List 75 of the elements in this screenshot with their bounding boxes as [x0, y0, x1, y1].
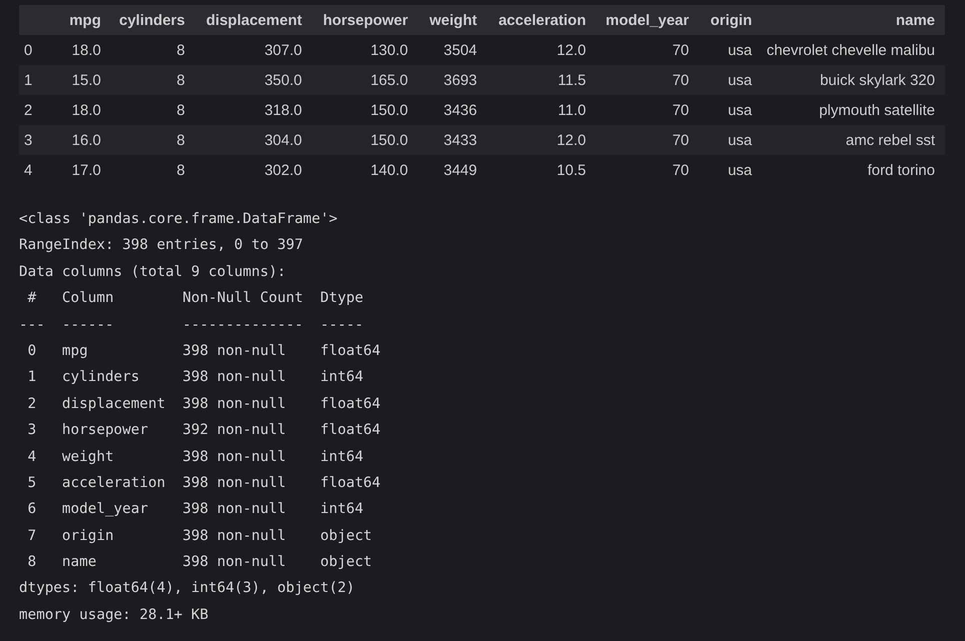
column-header: origin: [699, 5, 762, 35]
table-cell: 8: [111, 65, 195, 95]
table-cell: 140.0: [312, 155, 418, 185]
table-cell: 150.0: [312, 95, 418, 125]
column-header: model_year: [596, 5, 699, 35]
output-line: # Column Non-Null Count Dtype: [26, 289, 364, 308]
row-index: 0: [19, 35, 60, 65]
table-cell: 8: [111, 35, 195, 65]
table-cell: usa: [699, 65, 762, 95]
table-cell: 3449: [418, 155, 487, 185]
table-cell: 350.0: [195, 65, 312, 95]
table-cell: 70: [596, 155, 699, 185]
output-line: memory usage: 28.1+ KB: [19, 606, 208, 625]
output-line: 8 name 398 non-null object: [26, 553, 372, 572]
output-line: <class 'pandas.core.frame.DataFrame'>: [19, 210, 338, 229]
table-cell: 18.0: [60, 95, 111, 125]
column-header: mpg: [60, 5, 111, 35]
table-cell: 304.0: [195, 125, 312, 155]
table-cell: 11.0: [487, 95, 596, 125]
table-cell: ford torino: [762, 155, 945, 185]
table-cell: 70: [596, 95, 699, 125]
output-line: 0 mpg 398 non-null float64: [26, 342, 381, 361]
table-cell: buick skylark 320: [762, 65, 945, 95]
column-header: cylinders: [111, 5, 195, 35]
table-cell: amc rebel sst: [762, 125, 945, 155]
table-cell: 3436: [418, 95, 487, 125]
table-cell: 17.0: [60, 155, 111, 185]
column-header: displacement: [195, 5, 312, 35]
table-cell: 3693: [418, 65, 487, 95]
table-cell: usa: [699, 95, 762, 125]
row-index: 1: [19, 65, 60, 95]
table-cell: 12.0: [487, 125, 596, 155]
output-line: RangeIndex: 398 entries, 0 to 397: [19, 236, 304, 256]
output-line: 6 model_year 398 non-null int64: [26, 500, 364, 520]
column-header: horsepower: [312, 5, 418, 35]
output-line: 5 acceleration 398 non-null float64: [26, 474, 381, 493]
column-header: weight: [418, 5, 487, 35]
table-cell: 10.5: [487, 155, 596, 185]
table-cell: 302.0: [195, 155, 312, 185]
output-line: 1 cylinders 398 non-null int64: [26, 368, 364, 388]
table-cell: chevrolet chevelle malibu: [762, 35, 945, 65]
row-index: 3: [19, 125, 60, 155]
table-cell: 15.0: [60, 65, 111, 95]
table-cell: usa: [699, 155, 762, 185]
table-cell: 70: [596, 65, 699, 95]
output-line: 3 horsepower 392 non-null float64: [26, 421, 381, 440]
output-line: 2 displacement 398 non-null float64: [26, 394, 381, 414]
output-line: Data columns (total 9 columns):: [19, 262, 286, 282]
column-header: acceleration: [487, 5, 596, 35]
table-cell: 11.5: [487, 65, 596, 95]
table-cell: 8: [111, 95, 195, 125]
column-header: name: [762, 5, 945, 35]
table-cell: plymouth satellite: [762, 95, 945, 125]
table-cell: 3433: [418, 125, 487, 155]
table-cell: 130.0: [312, 35, 418, 65]
table-cell: 12.0: [487, 35, 596, 65]
table-cell: 18.0: [60, 35, 111, 65]
table-cell: 70: [596, 125, 699, 155]
table-cell: 70: [596, 35, 699, 65]
table-cell: usa: [699, 35, 762, 65]
row-index: 4: [19, 155, 60, 185]
output-line: --- ------ -------------- -----: [19, 316, 364, 335]
table-cell: 8: [111, 125, 195, 155]
row-index: 2: [19, 95, 60, 125]
table-cell: 16.0: [60, 125, 111, 155]
table-cell: 307.0: [195, 35, 312, 65]
table-cell: usa: [699, 125, 762, 155]
table-cell: 165.0: [312, 65, 418, 95]
output-line: dtypes: float64(4), int64(3), object(2): [19, 579, 355, 598]
table-cell: 8: [111, 155, 195, 185]
output-line: 7 origin 398 non-null object: [26, 526, 372, 546]
table-cell: 3504: [418, 35, 487, 65]
table-cell: 150.0: [312, 125, 418, 155]
table-cell: 318.0: [195, 95, 312, 125]
output-line: 4 weight 398 non-null int64: [26, 448, 364, 467]
